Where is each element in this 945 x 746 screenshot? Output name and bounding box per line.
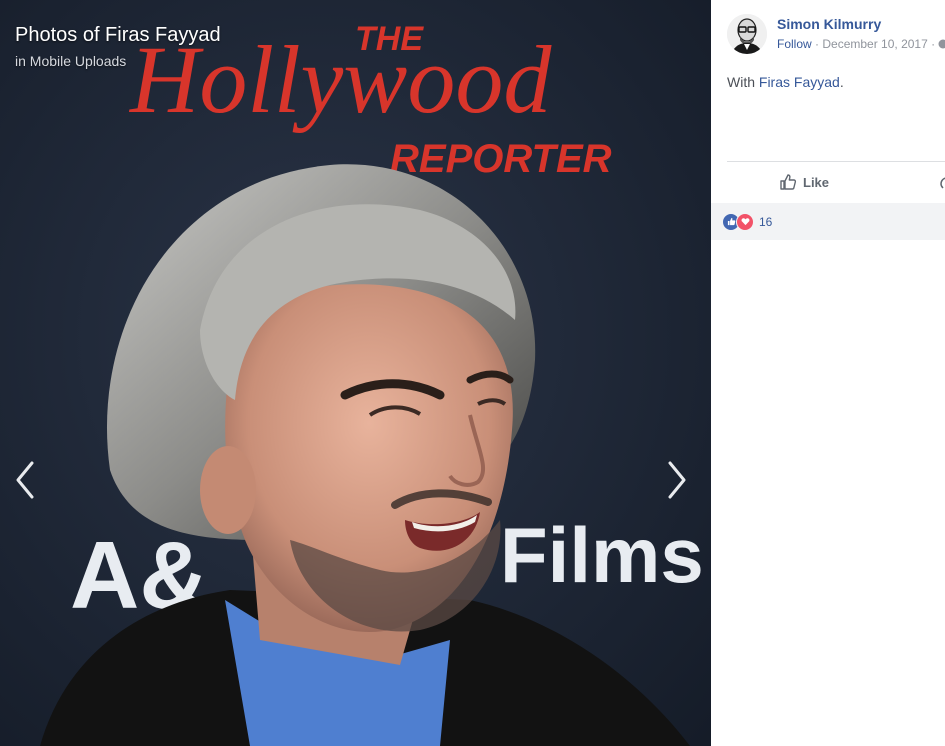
like-label: Like (803, 174, 830, 190)
love-reaction-icon (736, 212, 754, 231)
meta-separator-2: · (927, 37, 936, 51)
previous-photo-button[interactable] (8, 458, 42, 502)
reactions-bar[interactable]: 16 (711, 203, 945, 240)
chevron-left-icon (16, 461, 34, 499)
album-link[interactable]: in Mobile Uploads (15, 53, 126, 69)
like-button[interactable]: Like (779, 170, 829, 194)
photo[interactable]: THE Hollywood REPORTER A& Films (0, 0, 711, 746)
photo-viewer: THE Hollywood REPORTER A& Films Photos o… (0, 0, 711, 746)
post-sidebar: Simon Kilmurry Follow · December 10, 201… (711, 0, 945, 746)
meta-separator: · (811, 37, 823, 51)
follow-link[interactable]: Follow (777, 37, 812, 51)
comment-icon[interactable] (939, 176, 945, 190)
photo-viewer-title: Photos of Firas Fayyad (15, 24, 221, 46)
sign-films: Films (500, 511, 704, 599)
with-suffix: . (839, 74, 844, 90)
chevron-right-icon (668, 461, 686, 499)
author-avatar[interactable] (727, 14, 767, 54)
tagged-with-line: With Firas Fayyad. (727, 74, 844, 90)
globe-icon (938, 39, 945, 49)
post-meta: Follow · December 10, 2017 · (777, 37, 935, 51)
with-prefix: With (727, 74, 759, 90)
next-photo-button[interactable] (660, 458, 694, 502)
thumbs-up-icon (780, 174, 797, 190)
tagged-person-link[interactable]: Firas Fayyad (759, 74, 840, 90)
sign-reporter: REPORTER (390, 137, 612, 181)
avatar-image (727, 14, 767, 54)
author-name[interactable]: Simon Kilmurry (777, 16, 881, 32)
post-date[interactable]: December 10, 2017 (822, 37, 927, 51)
actions-divider (727, 161, 945, 162)
reaction-count[interactable]: 16 (759, 215, 772, 229)
